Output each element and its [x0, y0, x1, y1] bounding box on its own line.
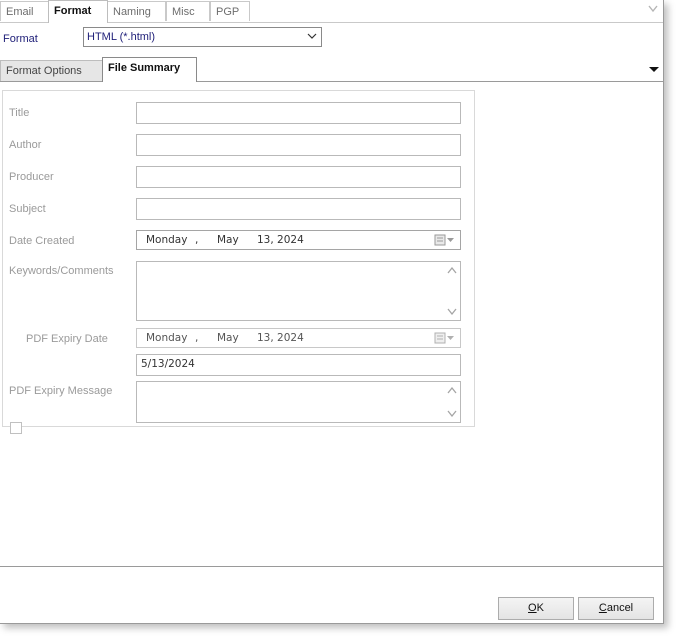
cancel-label-rest: ancel [606, 602, 634, 614]
chevron-down-icon [307, 33, 317, 39]
tab-format-options[interactable]: Format Options [0, 60, 103, 81]
pdf-expiry-separator: , [195, 332, 199, 344]
dialog-window: Email Format Naming Misc PGP Format HTML… [0, 0, 664, 624]
cancel-mnemonic: C [598, 602, 607, 614]
format-selected-value: HTML (*.html) [87, 31, 156, 43]
scroll-up-icon[interactable] [447, 387, 457, 394]
date-created-weekday: Monday [146, 234, 188, 246]
tab-format-options-label: Format Options [6, 65, 82, 77]
scroll-down-icon[interactable] [447, 308, 457, 315]
date-created-label: Date Created [9, 235, 75, 247]
tab-pgp-label: PGP [216, 6, 240, 18]
subject-input[interactable] [136, 198, 461, 220]
producer-input[interactable] [136, 166, 461, 188]
tab-naming[interactable]: Naming [107, 1, 166, 21]
tab-format[interactable]: Format [48, 0, 108, 23]
top-tab-strip: Email Format Naming Misc PGP [0, 0, 663, 23]
pdf-expiry-weekday: Monday [146, 332, 188, 344]
pdf-expiry-short-date-input[interactable]: 5/13/2024 [136, 354, 461, 376]
author-input[interactable] [136, 134, 461, 156]
ok-button[interactable]: OK [498, 597, 574, 620]
keywords-textarea[interactable] [136, 261, 461, 321]
tab-naming-label: Naming [113, 6, 151, 18]
tab-email-label: Email [6, 6, 34, 18]
tab-file-summary-label: File Summary [108, 62, 181, 74]
pdf-expiry-checkbox[interactable] [10, 422, 22, 434]
chevron-down-icon[interactable] [648, 5, 658, 13]
date-created-month: May [217, 234, 239, 246]
tab-file-summary[interactable]: File Summary [102, 57, 197, 82]
format-label: Format [3, 33, 38, 45]
pdf-expiry-label: PDF Expiry Date [26, 333, 108, 345]
pdf-expiry-day-year: 13, 2024 [257, 332, 304, 344]
pdf-expiry-date-picker[interactable]: Monday , May 13, 2024 [136, 328, 461, 348]
pdf-expiry-message-textarea[interactable] [136, 381, 461, 423]
title-input[interactable] [136, 102, 461, 124]
pdf-expiry-short-date-value: 5/13/2024 [141, 358, 195, 370]
file-summary-panel: Title Author Producer Subject Date Creat… [2, 90, 475, 434]
pdf-expiry-month: May [217, 332, 239, 344]
date-created-separator: , [195, 234, 199, 246]
date-created-day-year: 13, 2024 [257, 234, 304, 246]
footer-divider [0, 566, 663, 567]
tab-email[interactable]: Email [0, 1, 49, 21]
calendar-icon[interactable] [434, 234, 456, 246]
tab-misc[interactable]: Misc [166, 1, 210, 21]
ok-label-rest: K [536, 602, 544, 614]
pdf-expiry-message-label: PDF Expiry Message [9, 385, 113, 397]
tab-pgp[interactable]: PGP [210, 1, 250, 21]
subject-label: Subject [9, 203, 46, 215]
scroll-up-icon[interactable] [447, 267, 457, 274]
format-dropdown[interactable]: HTML (*.html) [83, 27, 322, 47]
tab-misc-label: Misc [172, 6, 195, 18]
dropdown-arrow-icon[interactable] [649, 66, 659, 73]
sub-tab-strip: Format Options File Summary [0, 57, 663, 82]
pdf-expiry-message-scrollbar[interactable] [445, 383, 459, 421]
title-label: Title [9, 107, 30, 119]
date-created-picker[interactable]: Monday , May 13, 2024 [136, 230, 461, 250]
producer-label: Producer [9, 171, 54, 183]
calendar-icon[interactable] [434, 332, 456, 344]
keywords-label: Keywords/Comments [9, 265, 114, 277]
author-label: Author [9, 139, 42, 151]
scroll-down-icon[interactable] [447, 410, 457, 417]
keywords-scrollbar[interactable] [445, 263, 459, 319]
ok-mnemonic: O [528, 602, 537, 614]
tab-format-label: Format [54, 5, 92, 17]
cancel-button[interactable]: Cancel [578, 597, 654, 620]
